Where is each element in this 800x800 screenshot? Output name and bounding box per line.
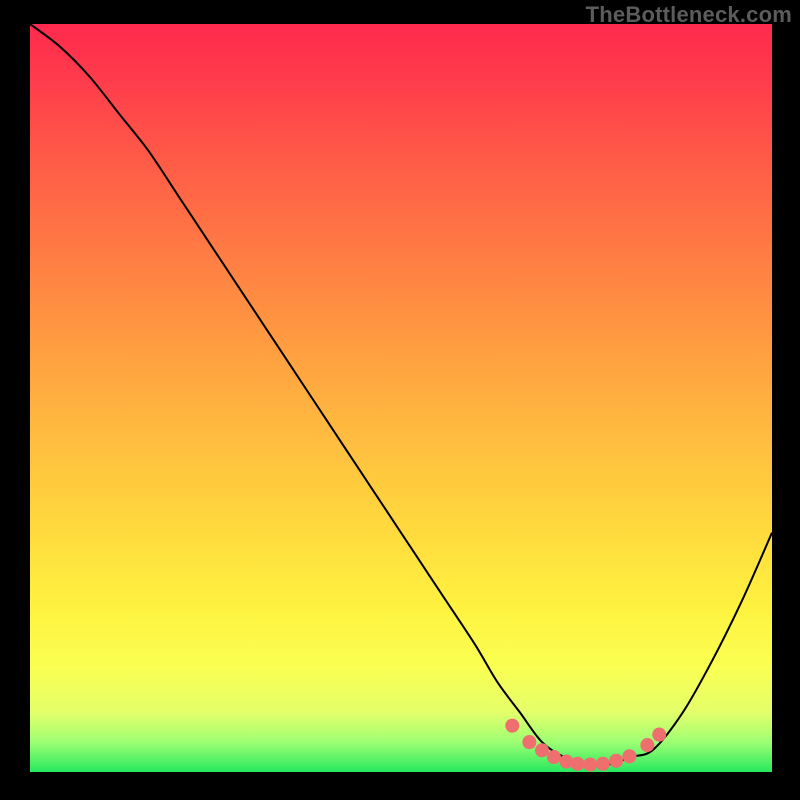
highlight-dot xyxy=(652,728,666,742)
chart-frame: TheBottleneck.com xyxy=(0,0,800,800)
highlight-dot xyxy=(505,719,519,733)
highlight-dot xyxy=(535,743,549,757)
highlight-dot xyxy=(571,757,585,771)
highlight-dot xyxy=(583,757,597,771)
watermark-text: TheBottleneck.com xyxy=(586,2,792,28)
plot-area xyxy=(30,24,772,772)
highlight-dot xyxy=(596,757,610,771)
highlight-dot xyxy=(522,735,536,749)
highlight-dot xyxy=(623,749,637,763)
highlight-dot xyxy=(640,738,654,752)
bottleneck-curve xyxy=(30,24,772,765)
highlight-dot xyxy=(609,754,623,768)
chart-svg xyxy=(30,24,772,772)
highlight-dot xyxy=(547,750,561,764)
